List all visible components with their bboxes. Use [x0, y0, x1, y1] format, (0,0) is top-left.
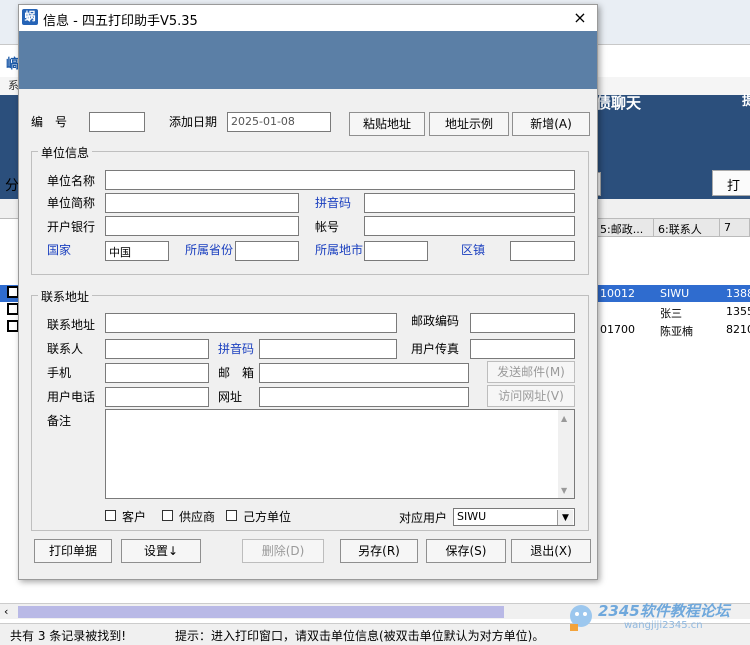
- save-button[interactable]: 保存(S): [426, 539, 506, 563]
- email-input[interactable]: [259, 363, 469, 383]
- unit-name-input[interactable]: [105, 170, 575, 190]
- postcode-input[interactable]: [470, 313, 575, 333]
- close-button[interactable]: ×: [567, 8, 593, 28]
- own-unit-checkbox[interactable]: [226, 510, 237, 521]
- country-label: 国家: [47, 243, 72, 257]
- contact-person-label: 联系人: [47, 342, 84, 356]
- note-label: 备注: [47, 414, 72, 428]
- unit-name-label: 单位名称: [47, 174, 96, 188]
- watermark: 2345软件教程论坛 wangjiji2345.cn: [566, 600, 746, 636]
- account-label: 帐号: [315, 220, 340, 234]
- grid-cell-phone[interactable]: 1388: [722, 285, 750, 303]
- save-as-button[interactable]: 另存(R): [340, 539, 418, 563]
- side-label: 分: [5, 178, 19, 194]
- scrollbar-thumb[interactable]: [18, 606, 504, 618]
- status-hint: 提示：进入打印窗口，请双击单位信息(被双击单位默认为对方单位)。: [175, 629, 545, 643]
- scroll-down-icon[interactable]: ▼: [561, 486, 567, 495]
- grid-cell-contact[interactable]: 陈亚楠: [656, 321, 697, 339]
- unit-short-input[interactable]: [105, 193, 299, 213]
- paste-address-button[interactable]: 粘贴地址: [349, 112, 425, 136]
- dropdown-arrow-icon[interactable]: ▼: [557, 510, 573, 525]
- contact-address-label: 联系地址: [47, 318, 96, 332]
- date-label: 添加日期: [169, 115, 218, 129]
- customer-checkbox[interactable]: [105, 510, 116, 521]
- bank-label: 开户银行: [47, 220, 96, 234]
- status-record-count: 共有 3 条记录被找到!: [10, 629, 127, 643]
- unit-pinyin-label: 拼音码: [315, 196, 352, 210]
- user-select[interactable]: SIWU ▼: [453, 508, 575, 526]
- website-label: 网址: [218, 390, 243, 404]
- watermark-mascot-icon: [570, 605, 592, 631]
- account-input[interactable]: [364, 216, 575, 236]
- print-document-button[interactable]: 打印单据: [34, 539, 112, 563]
- note-scrollbar[interactable]: ▲ ▼: [558, 410, 574, 498]
- banner-chat-text[interactable]: 债聊天: [596, 92, 641, 113]
- banner-right-text-2: 提: [742, 94, 750, 109]
- bianhao-input[interactable]: [89, 112, 145, 132]
- watermark-logo: 2345软件教程论坛: [598, 602, 730, 620]
- exit-button[interactable]: 退出(X): [511, 539, 591, 563]
- bank-input[interactable]: [105, 216, 299, 236]
- province-input[interactable]: [235, 241, 299, 261]
- watermark-url: wangjiji2345.cn: [624, 620, 703, 631]
- supplier-checkbox[interactable]: [162, 510, 173, 521]
- city-input[interactable]: [364, 241, 428, 261]
- city-label: 所属地市: [315, 243, 364, 257]
- user-select-value: SIWU: [457, 510, 487, 523]
- own-unit-label: 己方单位: [243, 510, 292, 524]
- screen: 嵪 系 债聊天 如 提 分 打 5:邮政... 6:联系人 7 10012 SI…: [0, 0, 750, 645]
- user-label: 对应用户: [399, 511, 448, 525]
- postcode-label: 邮政编码: [411, 314, 460, 328]
- settings-button[interactable]: 设置↓: [121, 539, 201, 563]
- fax-input[interactable]: [470, 339, 575, 359]
- app-logo-icon: 蜗: [22, 9, 38, 25]
- customer-label: 客户: [122, 510, 147, 524]
- dialog-header-band: [19, 31, 597, 89]
- contact-pinyin-label: 拼音码: [218, 342, 255, 356]
- unit-short-label: 单位简称: [47, 196, 96, 210]
- contact-pinyin-input[interactable]: [259, 339, 397, 359]
- contact-person-input[interactable]: [105, 339, 209, 359]
- grid-header-postal[interactable]: 5:邮政...: [596, 219, 654, 237]
- mobile-input[interactable]: [105, 363, 209, 383]
- phone-label: 用户电话: [47, 390, 96, 404]
- unit-pinyin-input[interactable]: [364, 193, 575, 213]
- main-print-button[interactable]: 打: [712, 170, 750, 196]
- dialog-titlebar[interactable]: 蜗 信息 - 四五打印助手V5.35 ×: [19, 5, 597, 31]
- dialog-title: 信息 - 四五打印助手V5.35: [43, 14, 198, 29]
- website-input[interactable]: [259, 387, 469, 407]
- grid-cell-contact[interactable]: 张三: [656, 303, 686, 321]
- info-dialog: 蜗 信息 - 四五打印助手V5.35 × 编 号 添加日期 2025-01-08…: [18, 4, 598, 580]
- bianhao-label: 编 号: [31, 115, 68, 129]
- district-input[interactable]: [510, 241, 575, 261]
- district-label: 区镇: [461, 243, 486, 257]
- delete-button[interactable]: 删除(D): [242, 539, 324, 563]
- scroll-up-icon[interactable]: ▲: [561, 414, 567, 423]
- country-input[interactable]: 中国: [105, 241, 169, 261]
- grid-cell-postal[interactable]: 10012: [596, 285, 639, 303]
- grid-cell-contact[interactable]: SIWU: [656, 285, 693, 303]
- send-mail-button[interactable]: 发送邮件(M): [487, 361, 575, 383]
- address-example-button[interactable]: 地址示例: [429, 112, 509, 136]
- grid-header-phone[interactable]: 7: [720, 219, 750, 237]
- fax-label: 用户传真: [411, 342, 460, 356]
- visit-site-button[interactable]: 访问网址(V): [487, 385, 575, 407]
- supplier-label: 供应商: [179, 510, 216, 524]
- grid-header-contact[interactable]: 6:联系人: [654, 219, 720, 237]
- banner-right-text-1: 如: [740, 61, 750, 77]
- scroll-left-icon[interactable]: ‹: [4, 605, 8, 618]
- add-new-button[interactable]: 新增(A): [512, 112, 590, 136]
- contact-group-title: 联系地址: [38, 288, 93, 305]
- contact-address-input[interactable]: [105, 313, 397, 333]
- email-label: 邮 箱: [218, 366, 255, 380]
- grid-cell-postal[interactable]: 01700: [596, 321, 639, 339]
- phone-input[interactable]: [105, 387, 209, 407]
- mobile-label: 手机: [47, 366, 72, 380]
- unit-info-group-title: 单位信息: [38, 144, 93, 161]
- grid-cell-phone[interactable]: 8210: [722, 321, 750, 339]
- province-label: 所属省份: [185, 243, 234, 257]
- date-input[interactable]: 2025-01-08: [227, 112, 331, 132]
- grid-cell-phone[interactable]: 1355: [722, 303, 750, 321]
- note-textarea[interactable]: ▲ ▼: [105, 409, 575, 499]
